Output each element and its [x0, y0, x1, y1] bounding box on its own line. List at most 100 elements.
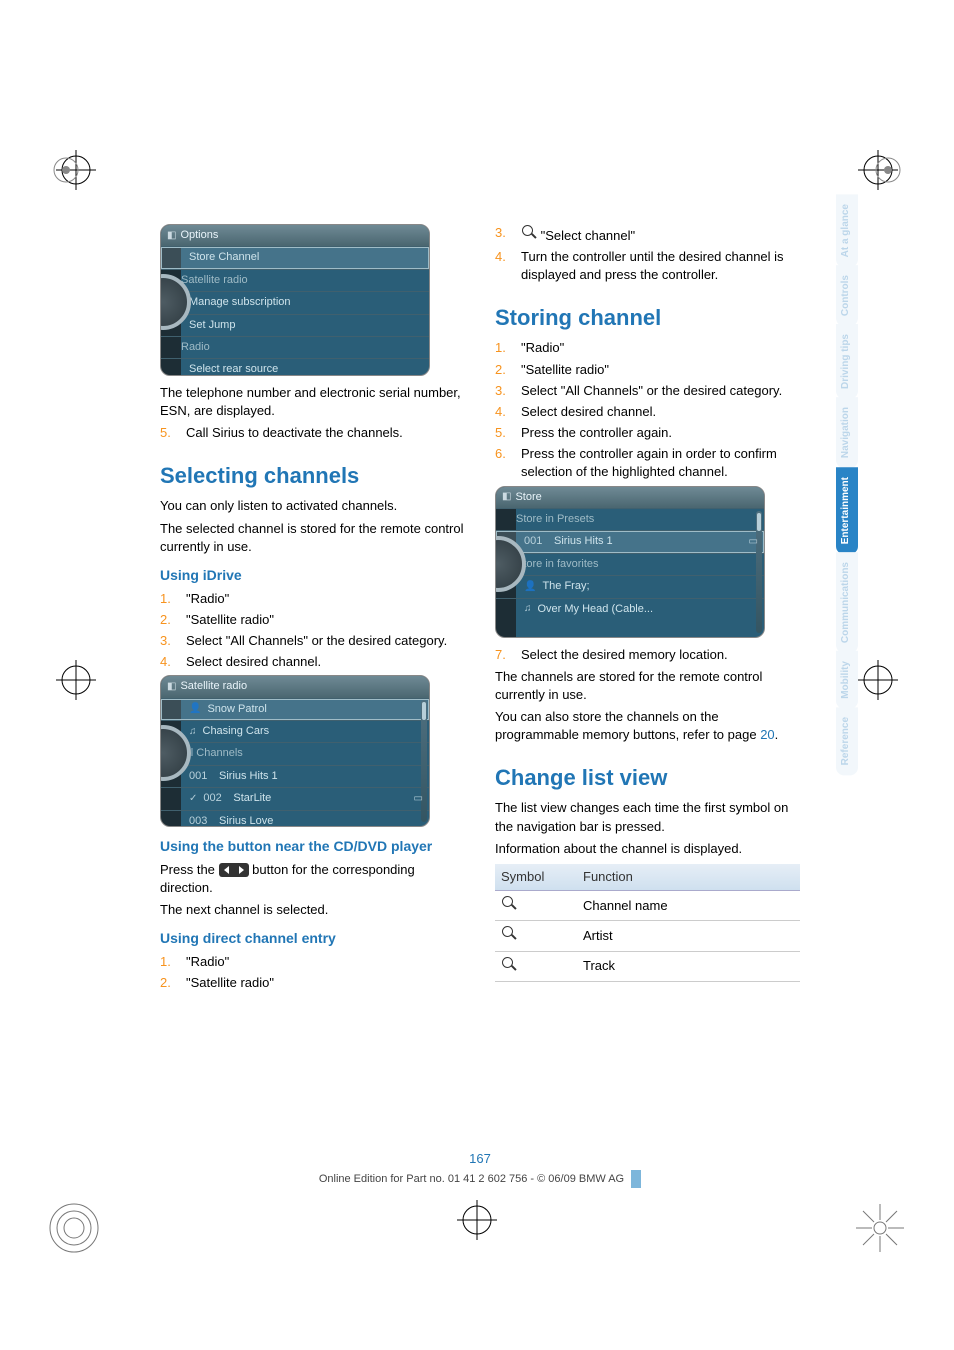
- screenshot-row: ♫Chasing Cars: [161, 720, 429, 742]
- magnifier-icon: [501, 925, 517, 941]
- heading-idrive: Using iDrive: [160, 566, 465, 586]
- heading-change-list-view: Change list view: [495, 763, 800, 794]
- right-column: 3. "Select channel"4.Turn the controller…: [495, 220, 800, 1140]
- step-text: "Radio": [186, 590, 229, 608]
- step-number: 5.: [495, 424, 509, 442]
- section-tab[interactable]: Navigation: [836, 397, 858, 468]
- screenshot-title: ◧ Satellite radio: [161, 676, 429, 697]
- magnifier-icon: [501, 956, 517, 972]
- step-text: Call Sirius to deactivate the channels.: [186, 424, 403, 442]
- body-text: The selected channel is stored for the r…: [160, 520, 465, 556]
- footer-line: Online Edition for Part no. 01 41 2 602 …: [319, 1173, 624, 1185]
- section-tab[interactable]: Reference: [836, 707, 858, 775]
- heading-selecting-channels: Selecting channels: [160, 461, 465, 492]
- step-text: Press the controller again.: [521, 424, 672, 442]
- page-footer: 167 Online Edition for Part no. 01 41 2 …: [160, 1150, 800, 1188]
- crop-mark: [457, 1200, 497, 1240]
- step-text: Select "All Channels" or the desired cat…: [521, 382, 782, 400]
- heading-cddvd-button: Using the button near the CD/DVD player: [160, 837, 465, 857]
- text-fragment: .: [775, 727, 779, 742]
- screenshot-row: ♫Over My Head (Cable...: [496, 598, 764, 620]
- heading-direct-entry: Using direct channel entry: [160, 929, 465, 949]
- symbol-table: Symbol Function Channel nameArtistTrack: [495, 864, 800, 982]
- symbol-cell: [495, 921, 577, 951]
- table-row: Artist: [495, 921, 800, 951]
- magnifier-icon: [521, 224, 537, 240]
- body-text: You can also store the channels on the p…: [495, 708, 800, 744]
- table-header-symbol: Symbol: [495, 864, 577, 891]
- screenshot-row: Set Jump: [161, 314, 429, 336]
- text-fragment: You can also store the channels on the p…: [495, 709, 760, 742]
- step-number: 3.: [495, 224, 509, 245]
- body-text: You can only listen to activated channel…: [160, 497, 465, 515]
- screenshot-row: All Channels: [161, 742, 429, 764]
- step-text: Select desired channel.: [186, 653, 321, 671]
- step-number: 2.: [160, 974, 174, 992]
- text-fragment: Press the: [160, 862, 219, 877]
- section-tab[interactable]: At a glance: [836, 194, 858, 267]
- skip-button-icon: [219, 863, 249, 877]
- page-number: 167: [160, 1150, 800, 1168]
- step-number: 5.: [160, 424, 174, 442]
- register-dot: [46, 150, 86, 195]
- screenshot-title: ◧ Store: [496, 487, 764, 508]
- screenshot-row: 👤The Fray;: [496, 575, 764, 597]
- step-text: "Satellite radio": [186, 974, 274, 992]
- screenshot-row: Store Channel: [161, 246, 429, 268]
- crop-mark: [858, 660, 898, 700]
- step-text: Press the controller again in order to c…: [521, 445, 800, 481]
- register-sunburst: [852, 1200, 908, 1261]
- screenshot-row: Select rear source: [161, 358, 429, 376]
- screenshot-row: Store in Presets: [496, 508, 764, 530]
- body-text: Press the button for the corresponding d…: [160, 861, 465, 897]
- body-text: The next channel is selected.: [160, 901, 465, 919]
- step-text: Select the desired memory location.: [521, 646, 728, 664]
- section-tab[interactable]: Controls: [836, 265, 858, 326]
- symbol-cell: [495, 891, 577, 921]
- step-text: "Radio": [186, 953, 229, 971]
- section-tab[interactable]: Communications: [836, 552, 858, 653]
- scrollbar: [756, 511, 762, 633]
- section-tabs: At a glanceControlsDriving tipsNavigatio…: [836, 196, 858, 775]
- step-number: 7.: [495, 646, 509, 664]
- step-number: 4.: [495, 248, 509, 284]
- screenshot-row: Radio: [161, 336, 429, 358]
- register-dot: [868, 150, 908, 195]
- step-number: 3.: [495, 382, 509, 400]
- heading-storing-channel: Storing channel: [495, 303, 800, 334]
- step-text: Select desired channel.: [521, 403, 656, 421]
- step-number: 1.: [160, 953, 174, 971]
- screenshot-options: ◧ Options Store ChannelSatellite radioMa…: [160, 224, 430, 376]
- magnifier-icon: [501, 895, 517, 911]
- body-text: The telephone number and electronic seri…: [160, 384, 465, 420]
- screenshot-row: 👤Snow Patrol: [161, 698, 429, 720]
- function-cell: Artist: [577, 921, 800, 951]
- step-text: "Select channel": [521, 224, 635, 245]
- step-number: 2.: [495, 361, 509, 379]
- step-number: 1.: [160, 590, 174, 608]
- step-number: 2.: [160, 611, 174, 629]
- page-link[interactable]: 20: [760, 727, 774, 742]
- screenshot-satellite-radio: ◧ Satellite radio 👤Snow Patrol♫Chasing C…: [160, 675, 430, 827]
- table-header-function: Function: [577, 864, 800, 891]
- function-cell: Channel name: [577, 891, 800, 921]
- body-text: The channels are stored for the remote c…: [495, 668, 800, 704]
- step-text: Select "All Channels" or the desired cat…: [186, 632, 447, 650]
- table-row: Track: [495, 951, 800, 981]
- step-number: 3.: [160, 632, 174, 650]
- screenshot-store: ◧ Store Store in Presets001Sirius Hits 1…: [495, 486, 765, 638]
- symbol-cell: [495, 951, 577, 981]
- section-tab[interactable]: Entertainment: [836, 467, 858, 554]
- step-number: 4.: [495, 403, 509, 421]
- screenshot-row: Manage subscription: [161, 291, 429, 313]
- body-text: Information about the channel is display…: [495, 840, 800, 858]
- crop-mark: [56, 660, 96, 700]
- table-row: Channel name: [495, 891, 800, 921]
- step-number: 6.: [495, 445, 509, 481]
- section-tab[interactable]: Mobility: [836, 651, 858, 709]
- screenshot-row: ✓002StarLite▭: [161, 787, 429, 809]
- section-tab[interactable]: Driving tips: [836, 324, 858, 399]
- screenshot-row: 001Sirius Hits 1: [161, 765, 429, 787]
- function-cell: Track: [577, 951, 800, 981]
- register-circle: [46, 1200, 102, 1261]
